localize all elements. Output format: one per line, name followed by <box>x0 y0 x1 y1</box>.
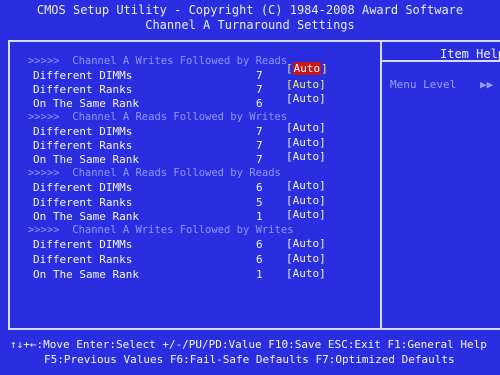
setting-value-text: Auto <box>292 62 322 75</box>
setting-number: 7 <box>256 139 263 152</box>
setting-value[interactable]: [Auto] <box>286 78 326 91</box>
setting-row[interactable]: On The Same Rank 1 <box>33 210 263 223</box>
section-heading: Channel A Reads Followed by Reads <box>72 167 281 179</box>
setting-value-text: Auto <box>292 150 320 163</box>
setting-row[interactable]: Different Ranks 7 <box>33 83 263 96</box>
setting-row[interactable]: Different DIMMs 6 <box>33 181 263 194</box>
setting-value[interactable]: [Auto] <box>286 208 326 221</box>
key-help-line-1: ↑↓+←:Move Enter:Select +/-/PU/PD:Value F… <box>10 338 487 351</box>
setting-value[interactable]: [Auto] <box>286 237 326 250</box>
setting-value-text: Auto <box>292 121 320 134</box>
section-heading: Channel A Writes Followed by Writes <box>72 224 294 236</box>
section-header-writes-writes: >>>>> Channel A Writes Followed by Write… <box>28 224 294 237</box>
setting-value-text: Auto <box>292 194 320 207</box>
section-heading: Channel A Writes Followed by Reads <box>72 55 288 67</box>
setting-number: 1 <box>256 210 263 223</box>
setting-number: 6 <box>256 253 263 266</box>
bios-screen: CMOS Setup Utility - Copyright (C) 1984-… <box>0 0 500 375</box>
setting-number: 5 <box>256 196 263 209</box>
setting-row[interactable]: On The Same Rank 6 <box>33 97 263 110</box>
setting-value-text: Auto <box>292 267 320 280</box>
setting-label: Different DIMMs <box>33 69 133 82</box>
setting-value[interactable]: [Auto] <box>286 136 326 149</box>
setting-number: 7 <box>256 69 263 82</box>
setting-label: On The Same Rank <box>33 97 139 110</box>
setting-row[interactable]: Different Ranks 6 <box>33 253 263 266</box>
page-title: Channel A Turnaround Settings <box>145 18 355 32</box>
setting-number: 1 <box>256 268 263 281</box>
setting-number: 6 <box>256 181 263 194</box>
setting-label: Different Ranks <box>33 139 133 152</box>
key-help-bar: ↑↓+←:Move Enter:Select +/-/PU/PD:Value F… <box>0 335 500 375</box>
setting-label: Different DIMMs <box>33 125 133 138</box>
setting-value-text: Auto <box>292 208 320 221</box>
setting-value-text: Auto <box>292 179 320 192</box>
setting-value[interactable]: [Auto] <box>286 121 326 134</box>
setting-label: On The Same Rank <box>33 153 139 166</box>
setting-label: Different Ranks <box>33 196 133 209</box>
setting-label: On The Same Rank <box>33 268 139 281</box>
setting-label: Different DIMMs <box>33 238 133 251</box>
setting-number: 7 <box>256 153 263 166</box>
setting-row[interactable]: Different Ranks 7 <box>33 139 263 152</box>
section-heading: Channel A Reads Followed by Writes <box>72 111 288 123</box>
setting-number: 7 <box>256 125 263 138</box>
setting-row[interactable]: Different Ranks 5 <box>33 196 263 209</box>
section-prefix-arrows: >>>>> <box>28 111 73 123</box>
setting-value-text: Auto <box>292 252 320 265</box>
setting-row[interactable]: On The Same Rank 7 <box>33 153 263 166</box>
section-prefix-arrows: >>>>> <box>28 55 73 67</box>
setting-value-text: Auto <box>292 92 320 105</box>
setting-label: On The Same Rank <box>33 210 139 223</box>
setting-label: Different Ranks <box>33 253 133 266</box>
setting-value[interactable]: [Auto] <box>286 179 326 192</box>
setting-value[interactable]: [Auto] <box>286 92 326 105</box>
setting-row[interactable]: Different DIMMs 6 <box>33 238 263 251</box>
section-prefix-arrows: >>>>> <box>28 224 73 236</box>
setting-value[interactable]: [Auto] <box>286 267 326 280</box>
setting-value[interactable]: [Auto] <box>286 150 326 163</box>
section-prefix-arrows: >>>>> <box>28 167 73 179</box>
setting-row[interactable]: Different DIMMs 7 <box>33 69 263 82</box>
setting-label: Different Ranks <box>33 83 133 96</box>
menu-level-label: Menu Level <box>390 78 457 91</box>
setting-value[interactable]: [Auto] <box>286 62 328 75</box>
setting-number: 6 <box>256 97 263 110</box>
key-help-line-2: F5:Previous Values F6:Fail-Safe Defaults… <box>44 353 455 366</box>
setting-label: Different DIMMs <box>33 181 133 194</box>
header: CMOS Setup Utility - Copyright (C) 1984-… <box>0 0 500 43</box>
setting-value-text: Auto <box>292 136 320 149</box>
item-help-title: Item Help <box>440 47 500 61</box>
window-title: CMOS Setup Utility - Copyright (C) 1984-… <box>36 3 464 17</box>
setting-number: 7 <box>256 83 263 96</box>
setting-value-text: Auto <box>292 237 320 250</box>
setting-value[interactable]: [Auto] <box>286 252 326 265</box>
setting-value[interactable]: [Auto] <box>286 194 326 207</box>
setting-row[interactable]: On The Same Rank 1 <box>33 268 263 281</box>
panel-divider <box>380 40 382 330</box>
menu-level-arrows-icon: ▶▶ <box>480 78 494 91</box>
section-header-writes-reads: >>>>> Channel A Writes Followed by Reads <box>28 55 287 68</box>
section-header-reads-writes: >>>>> Channel A Reads Followed by Writes <box>28 111 287 124</box>
setting-number: 6 <box>256 238 263 251</box>
setting-value-text: Auto <box>292 78 320 91</box>
setting-row[interactable]: Different DIMMs 7 <box>33 125 263 138</box>
section-header-reads-reads: >>>>> Channel A Reads Followed by Reads <box>28 167 281 180</box>
